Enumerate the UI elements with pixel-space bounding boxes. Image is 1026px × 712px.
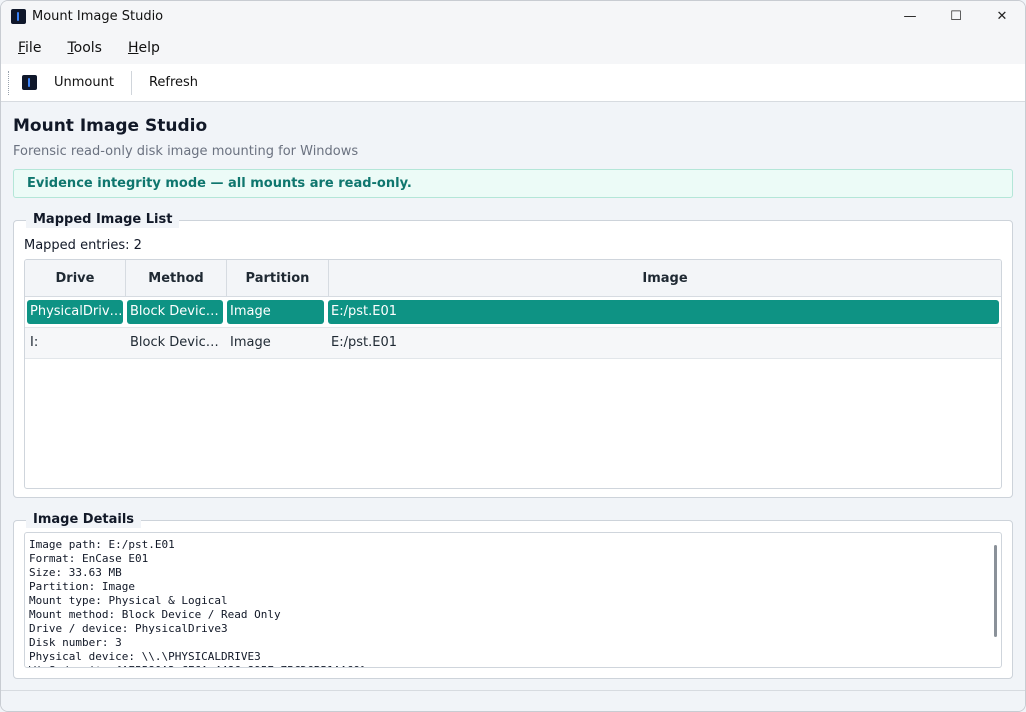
cell-partition: Image — [230, 335, 271, 350]
cell-drive: I: — [30, 335, 39, 350]
image-details-textbox[interactable]: Image path: E:/pst.E01 Format: EnCase E0… — [24, 532, 1002, 668]
image-details-group-title: Image Details — [26, 512, 142, 528]
page-title: Mount Image Studio — [13, 116, 208, 136]
image-details-group: Image Details Image path: E:/pst.E01 For… — [13, 512, 1013, 679]
title-bar[interactable]: Mount Image Studio — ☐ ✕ — [1, 1, 1025, 31]
integrity-banner: Evidence integrity mode — all mounts are… — [13, 169, 1013, 198]
column-header-drive[interactable]: Drive — [25, 260, 126, 296]
window-title: Mount Image Studio — [32, 8, 164, 24]
status-bar — [1, 690, 1025, 711]
mapped-image-table: Drive Method Partition Image PhysicalDri… — [24, 259, 1002, 489]
image-details-text: Image path: E:/pst.E01 Format: EnCase E0… — [29, 538, 367, 667]
toolbar: Unmount Refresh — [1, 64, 1025, 102]
column-header-image[interactable]: Image — [329, 260, 1001, 296]
details-scrollbar[interactable] — [994, 545, 997, 637]
main-content: Mount Image Studio Forensic read-only di… — [1, 102, 1025, 679]
column-header-partition[interactable]: Partition — [227, 260, 329, 296]
maximize-button[interactable]: ☐ — [933, 1, 979, 31]
toolbar-grip-handle[interactable] — [8, 70, 11, 95]
close-button[interactable]: ✕ — [979, 1, 1025, 31]
cell-image: E:/pst.E01 — [331, 335, 397, 350]
page-subtitle: Forensic read-only disk image mounting f… — [13, 144, 359, 159]
minimize-button[interactable]: — — [887, 1, 933, 31]
cell-method: Block Device ... — [130, 335, 223, 350]
menu-bar: File Tools Help — [1, 31, 1025, 64]
cell-image: E:/pst.E01 — [328, 300, 999, 324]
app-logo-icon — [11, 8, 26, 24]
table-header: Drive Method Partition Image — [25, 260, 1001, 297]
app-window: Mount Image Studio — ☐ ✕ File Tools Help… — [0, 0, 1026, 712]
unmount-button[interactable]: Unmount — [37, 75, 131, 90]
menu-help[interactable]: Help — [119, 40, 169, 56]
mapped-count-label: Mapped entries: 2 — [24, 238, 142, 253]
refresh-button[interactable]: Refresh — [132, 75, 215, 90]
menu-tools[interactable]: Tools — [58, 40, 111, 56]
mapped-image-group-title: Mapped Image List — [26, 212, 180, 228]
menu-file[interactable]: File — [9, 40, 50, 56]
mount-image-icon[interactable] — [22, 75, 37, 90]
minimize-icon: — — [903, 8, 917, 24]
cell-drive: PhysicalDrive3 — [27, 300, 123, 324]
mapped-image-group: Mapped Image List Mapped entries: 2 Driv… — [13, 212, 1013, 498]
cell-partition: Image — [227, 300, 324, 324]
maximize-icon: ☐ — [950, 8, 962, 24]
close-icon: ✕ — [996, 8, 1008, 24]
table-row[interactable]: PhysicalDrive3 Block Device ... Image E:… — [25, 297, 1001, 328]
table-row[interactable]: I: Block Device ... Image E:/pst.E01 — [25, 328, 1001, 359]
cell-method: Block Device ... — [127, 300, 223, 324]
window-controls: — ☐ ✕ — [887, 1, 1025, 31]
column-header-method[interactable]: Method — [126, 260, 227, 296]
